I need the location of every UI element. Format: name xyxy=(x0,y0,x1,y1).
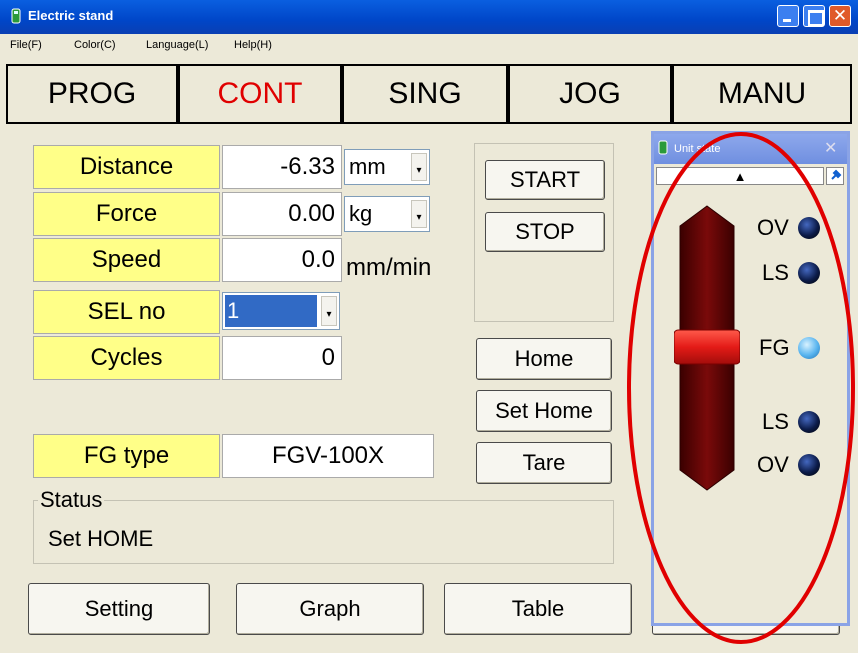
cycles-value: 0 xyxy=(222,336,342,380)
force-label: Force xyxy=(33,192,220,236)
distance-unit-text: mm xyxy=(349,154,386,179)
ov-top-led-icon xyxy=(798,217,820,239)
tare-button[interactable]: Tare xyxy=(476,442,612,484)
window-title: Electric stand xyxy=(28,8,114,23)
chevron-down-icon[interactable]: ▾ xyxy=(411,200,427,228)
app-icon xyxy=(658,140,668,155)
position-slider[interactable] xyxy=(674,204,740,494)
graph-button[interactable]: Graph xyxy=(236,583,424,635)
menu-help[interactable]: Help(H) xyxy=(234,39,272,51)
menu-file[interactable]: File(F) xyxy=(10,39,42,51)
ls-bottom-led-icon xyxy=(798,411,820,433)
stop-button[interactable]: STOP xyxy=(485,212,605,252)
unit-state-title: Unit state xyxy=(674,143,721,155)
force-unit-text: kg xyxy=(349,201,373,226)
minimize-icon xyxy=(783,19,791,22)
scroll-up-button[interactable]: ▲ xyxy=(656,167,824,185)
tab-jog[interactable]: JOG xyxy=(508,64,672,124)
sel-no-label: SEL no xyxy=(33,290,220,334)
table-button[interactable]: Table xyxy=(444,583,632,635)
sel-no-value: 1 xyxy=(225,295,317,327)
fg-led-icon xyxy=(798,337,820,359)
setting-button[interactable]: Setting xyxy=(28,583,210,635)
sel-no-select[interactable]: 1 ▾ xyxy=(222,292,340,330)
app-icon xyxy=(11,8,21,24)
indicator-ov-top-label: OV xyxy=(757,215,789,240)
close-icon: ✕ xyxy=(832,6,848,25)
maximize-icon xyxy=(808,10,824,26)
pin-button[interactable] xyxy=(826,167,844,185)
speed-unit: mm/min xyxy=(346,254,432,281)
speed-value: 0.0 xyxy=(222,238,342,282)
speed-label: Speed xyxy=(33,238,220,282)
cycles-label: Cycles xyxy=(33,336,220,380)
force-value: 0.00 xyxy=(222,192,342,236)
tab-prog[interactable]: PROG xyxy=(6,64,178,124)
close-button[interactable]: ✕ xyxy=(829,5,851,27)
window-titlebar: Electric stand ✕ xyxy=(0,0,858,34)
maximize-button[interactable] xyxy=(803,5,825,27)
tab-sing[interactable]: SING xyxy=(342,64,508,124)
status-text: Set HOME xyxy=(48,526,154,551)
menu-language[interactable]: Language(L) xyxy=(146,39,208,51)
distance-unit-select[interactable]: mm ▾ xyxy=(344,149,430,185)
ls-top-led-icon xyxy=(798,262,820,284)
chevron-down-icon[interactable]: ▾ xyxy=(411,153,427,181)
set-home-button[interactable]: Set Home xyxy=(476,390,612,432)
home-button[interactable]: Home xyxy=(476,338,612,380)
chevron-down-icon[interactable]: ▾ xyxy=(321,296,337,326)
tab-manu[interactable]: MANU xyxy=(672,64,852,124)
indicator-ov-bottom-label: OV xyxy=(757,452,789,477)
slider-handle[interactable] xyxy=(674,329,740,365)
fg-type-value: FGV-100X xyxy=(222,434,434,478)
indicator-ls-top-label: LS xyxy=(762,260,789,285)
indicator-fg-label: FG xyxy=(759,335,790,360)
tab-cont[interactable]: CONT xyxy=(178,64,342,124)
distance-value: -6.33 xyxy=(222,145,342,189)
minimize-button[interactable] xyxy=(777,5,799,27)
indicator-ls-bottom-label: LS xyxy=(762,409,789,434)
fg-type-label: FG type xyxy=(33,434,220,478)
start-button[interactable]: START xyxy=(485,160,605,200)
unit-state-titlebar[interactable]: Unit state ✕ xyxy=(654,134,847,164)
distance-label: Distance xyxy=(33,145,220,189)
force-unit-select[interactable]: kg ▾ xyxy=(344,196,430,232)
close-icon[interactable]: ✕ xyxy=(824,138,837,158)
status-legend: Status xyxy=(38,487,105,513)
ov-bottom-led-icon xyxy=(798,454,820,476)
pin-icon xyxy=(831,169,842,180)
unit-state-panel: Unit state ✕ ▲ OV LS FG LS OV xyxy=(651,131,850,626)
menu-bar: File(F) Color(C) Language(L) Help(H) xyxy=(0,34,858,56)
menu-color[interactable]: Color(C) xyxy=(74,39,116,51)
